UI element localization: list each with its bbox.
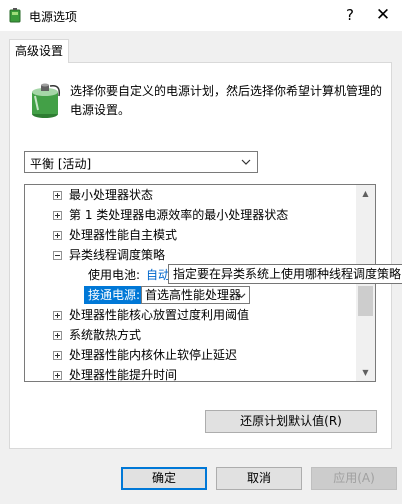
plugged-in-label: 接通电源: bbox=[84, 286, 143, 304]
tree-item-label: 处理器性能自主模式 bbox=[69, 228, 178, 242]
expand-icon[interactable] bbox=[53, 371, 62, 380]
help-button[interactable]: ? bbox=[333, 0, 367, 31]
on-battery-value-link[interactable]: 自动 bbox=[146, 265, 170, 285]
chevron-down-icon bbox=[237, 293, 246, 299]
power-options-icon bbox=[9, 8, 21, 23]
tree-item[interactable]: 处理器性能内核休止软停止延迟 bbox=[25, 345, 356, 365]
tooltip: 指定要在异类系统上使用哪种线程调度策略 bbox=[168, 264, 402, 284]
expand-icon[interactable] bbox=[53, 331, 62, 340]
power-plan-select[interactable]: 平衡 [活动] bbox=[24, 151, 258, 173]
cancel-button[interactable]: 取消 bbox=[216, 467, 302, 490]
tree-item[interactable]: 处理器性能自主模式 bbox=[25, 225, 356, 245]
scroll-down-arrow-icon[interactable]: ▼ bbox=[356, 364, 375, 381]
battery-icon bbox=[32, 83, 61, 118]
close-button[interactable]: ✕ bbox=[366, 0, 400, 31]
expand-icon[interactable] bbox=[53, 211, 62, 220]
tree-item-label: 处理器性能提升时间 bbox=[69, 368, 178, 382]
tree-item[interactable]: 处理器性能提升时间 bbox=[25, 365, 356, 382]
tree-item-label: 处理器性能核心放置过度利用阈值 bbox=[69, 308, 250, 322]
tree-item-label: 第 1 类处理器电源效率的最小处理器状态 bbox=[69, 208, 289, 222]
restore-defaults-button[interactable]: 还原计划默认值(R) bbox=[205, 410, 377, 433]
expand-icon[interactable] bbox=[53, 311, 62, 320]
chevron-down-icon bbox=[241, 159, 251, 165]
title-bar: 电源选项 ? ✕ bbox=[0, 0, 402, 31]
expand-icon[interactable] bbox=[53, 191, 62, 200]
collapse-icon[interactable] bbox=[53, 251, 62, 260]
description-text: 选择你要自定义的电源计划，然后选择你希望计算机管理的电源设置。 bbox=[70, 84, 383, 117]
tree-item[interactable]: 最小处理器状态 bbox=[25, 185, 356, 205]
tree-item[interactable]: 系统散热方式 bbox=[25, 325, 356, 345]
tree-item[interactable]: 异类线程调度策略 bbox=[25, 245, 356, 265]
expand-icon[interactable] bbox=[53, 231, 62, 240]
plugged-in-select[interactable]: 首选高性能处理器 bbox=[141, 286, 250, 304]
tree-item-label: 异类线程调度策略 bbox=[69, 248, 166, 262]
window-title: 电源选项 bbox=[29, 10, 78, 24]
scroll-thumb[interactable] bbox=[358, 286, 373, 316]
plugged-in-value: 首选高性能处理器 bbox=[145, 288, 242, 302]
tree-item-label: 最小处理器状态 bbox=[69, 188, 154, 202]
tree-item[interactable]: 处理器性能核心放置过度利用阈值 bbox=[25, 305, 356, 325]
apply-button[interactable]: 应用(A) bbox=[311, 467, 397, 490]
tab-advanced-settings[interactable]: 高级设置 bbox=[9, 39, 69, 63]
tree-item-label: 处理器性能内核休止软停止延迟 bbox=[69, 348, 238, 362]
on-battery-label: 使用电池: bbox=[88, 268, 141, 282]
scroll-up-arrow-icon[interactable]: ▲ bbox=[356, 185, 375, 202]
power-plan-value: 平衡 [活动] bbox=[30, 157, 92, 171]
tree-item-label: 系统散热方式 bbox=[69, 328, 142, 342]
tree-subitem-ac[interactable]: 接通电源: 首选高性能处理器 bbox=[25, 285, 356, 305]
ok-button[interactable]: 确定 bbox=[121, 467, 207, 490]
tree-item[interactable]: 第 1 类处理器电源效率的最小处理器状态 bbox=[25, 205, 356, 225]
expand-icon[interactable] bbox=[53, 351, 62, 360]
